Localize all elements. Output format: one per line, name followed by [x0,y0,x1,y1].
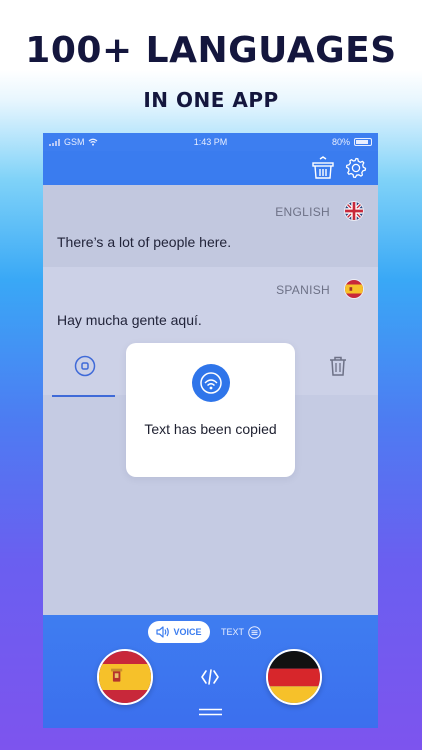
battery-icon [354,138,372,146]
trash-icon[interactable] [329,356,347,376]
voice-mode-button[interactable]: VOICE [148,621,210,643]
gear-icon[interactable] [344,156,368,180]
spain-flag-icon [344,279,364,299]
germany-flag-icon[interactable] [266,649,322,705]
source-language-label: ENGLISH [275,205,330,219]
voice-mode-label: VOICE [173,627,202,637]
nav-bar [43,151,378,185]
uk-flag-icon [344,201,364,221]
toast-message: Text has been copied [144,421,277,437]
target-text: Hay mucha gente aquí. [57,312,202,328]
copy-success-icon [192,364,230,402]
spain-flag-icon[interactable] [97,649,153,705]
basket-icon[interactable] [311,156,335,180]
copied-toast: Text has been copied [126,343,295,477]
battery-percent: 80% [331,137,350,147]
text-mode-button[interactable]: TEXT [221,621,273,643]
bottom-controls: VOICE TEXT [43,615,378,728]
source-text: There’s a lot of people here. [57,234,232,250]
status-time: 1:43 PM [193,137,228,147]
swap-languages-icon[interactable] [199,668,221,686]
translation-card-source[interactable]: ENGLISH There’s a lot of people here. [43,185,378,267]
play-icon[interactable] [74,355,96,377]
active-tab-indicator [52,395,115,397]
promo-headline: 100+ LANGUAGES [25,30,397,71]
speaker-icon [156,626,170,638]
target-language-label: SPANISH [276,283,330,297]
status-bar: GSM 1:43 PM 80% [43,133,378,151]
phone-screen: GSM 1:43 PM 80% ENGLISH There’s a lot of… [43,133,378,728]
drawer-handle-icon[interactable] [199,708,222,716]
promo-subhead: IN ONE APP [143,88,279,112]
text-lines-icon [248,625,261,639]
text-mode-label: TEXT [221,627,245,637]
